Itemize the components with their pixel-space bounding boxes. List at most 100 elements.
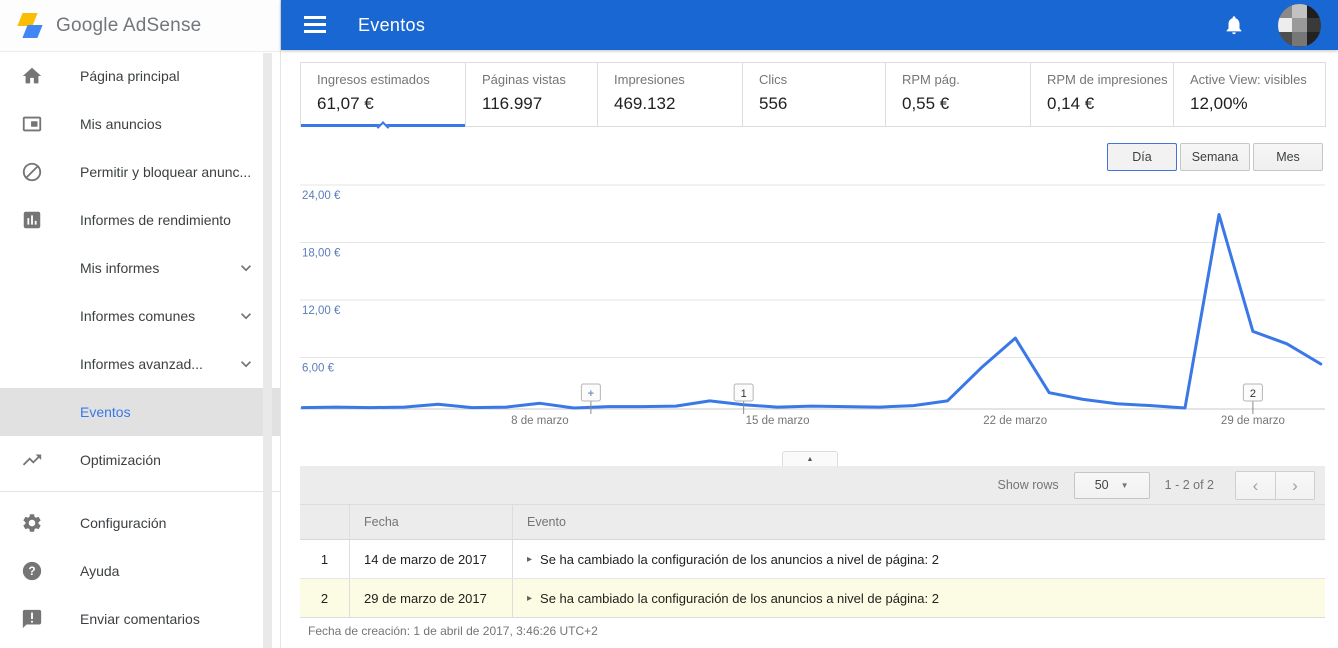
pagination-range-label: 1 - 2 of 2	[1164, 478, 1214, 492]
chevron-down-icon	[236, 354, 256, 379]
sidebar-item-pagina-principal[interactable]: Página principal	[0, 52, 280, 100]
stat-card-label: RPM de impresiones	[1047, 72, 1168, 87]
toggle-dia[interactable]: Día	[1107, 143, 1177, 171]
stat-card-label: Páginas vistas	[482, 72, 566, 87]
sidebar-item-label: Configuración	[80, 515, 167, 531]
menu-icon[interactable]	[304, 16, 328, 34]
row-event-cell: ▸ Se ha cambiado la configuración de los …	[513, 552, 1325, 567]
row-event-text: Se ha cambiado la configuración de los a…	[540, 590, 939, 606]
sidebar-item-label: Informes avanzad...	[80, 356, 203, 372]
sidebar-item-informes-de-rendimiento[interactable]: Informes de rendimiento	[0, 196, 280, 244]
adsense-app: Google AdSense Página principal Mis anunc…	[0, 0, 1338, 648]
sidebar-item-label: Permitir y bloquear anunc...	[80, 164, 252, 180]
sidebar-item-label: Informes de rendimiento	[80, 212, 231, 228]
expand-arrow-icon[interactable]: ▸	[527, 554, 532, 565]
sidebar-item-label: Informes comunes	[80, 308, 196, 324]
row-date: 29 de marzo de 2017	[350, 579, 513, 617]
sidebar-item-enviar-comentarios[interactable]: Enviar comentarios	[0, 595, 280, 643]
earnings-line-series	[300, 213, 1323, 410]
sidebar-nav: Página principal Mis anuncios Permitir y b…	[0, 52, 280, 643]
row-index: 2	[300, 579, 350, 617]
sidebar-item-mis-anuncios[interactable]: Mis anuncios	[0, 100, 280, 148]
event-flag-label: 2	[1250, 388, 1256, 400]
adsense-logo[interactable]: Google AdSense	[0, 0, 280, 52]
sidebar: Google AdSense Página principal Mis anunc…	[0, 0, 281, 648]
sidebar-item-configuracion[interactable]: Configuración	[0, 499, 280, 547]
settings-icon	[20, 511, 44, 535]
expand-arrow-icon[interactable]: ▸	[527, 593, 532, 604]
logo-text: Google AdSense	[56, 14, 202, 36]
stat-card-impresiones[interactable]: Impresiones 469.132	[598, 63, 743, 126]
sidebar-scrollbar[interactable]	[263, 53, 272, 648]
stat-card-value: 556	[759, 94, 788, 113]
sidebar-item-ayuda[interactable]: ? Ayuda	[0, 547, 280, 595]
next-page-button[interactable]: ›	[1275, 471, 1314, 499]
earnings-line-chart: 6,00 € 12,00 € 18,00 € 24,00 € 8 de marzo 15 …	[281, 180, 1338, 438]
toggle-mes[interactable]: Mes	[1253, 143, 1323, 171]
stat-card-value: 0,14 €	[1047, 94, 1095, 113]
chevron-down-icon	[236, 306, 256, 331]
stat-card-paginas-vistas[interactable]: Páginas vistas 116.997	[466, 63, 598, 126]
date-granularity-toggle: Día Semana Mes	[1107, 143, 1323, 171]
sidebar-item-label: Ayuda	[80, 563, 120, 579]
performance-reports-icon	[20, 208, 44, 232]
stat-card-label: Clics	[759, 72, 788, 87]
stat-card-label: Impresiones	[614, 72, 685, 87]
stat-card-active-view-visibles[interactable]: Active View: visibles 12,00%	[1174, 63, 1326, 126]
stat-card-clics[interactable]: Clics 556	[743, 63, 886, 126]
sidebar-item-informes-comunes[interactable]: Informes comunes	[0, 292, 280, 340]
pagination-controls: ‹ ›	[1235, 470, 1315, 500]
sidebar-item-mis-informes[interactable]: Mis informes	[0, 244, 280, 292]
block-icon	[20, 160, 44, 184]
notifications-bell-icon[interactable]	[1223, 14, 1245, 36]
rows-per-page-value: 50	[1094, 478, 1109, 492]
sidebar-item-optimizacion[interactable]: Optimización	[0, 436, 280, 484]
creation-date-note: Fecha de creación: 1 de abril de 2017, 3…	[308, 624, 598, 638]
stat-card-value: 116.997	[482, 94, 543, 113]
svg-text:?: ?	[28, 564, 35, 578]
row-event-text: Se ha cambiado la configuración de los a…	[540, 551, 939, 567]
rows-per-page-select[interactable]: 50 ▼	[1073, 471, 1150, 499]
table-row[interactable]: 2 29 de marzo de 2017 ▸ Se ha cambiado la c…	[300, 579, 1325, 618]
collapse-chart-button[interactable]: ▲	[782, 451, 838, 467]
x-axis-label: 8 de marzo	[511, 415, 569, 427]
stat-card-label: Ingresos estimados	[317, 72, 430, 87]
sidebar-item-informes-avanzad[interactable]: Informes avanzad...	[0, 340, 280, 388]
y-axis-label: 12,00 €	[302, 305, 341, 317]
avatar[interactable]	[1278, 3, 1321, 47]
header-index	[300, 505, 350, 539]
sidebar-item-label: Optimización	[80, 452, 161, 468]
row-date: 14 de marzo de 2017	[350, 540, 513, 578]
toggle-semana[interactable]: Semana	[1180, 143, 1250, 171]
stat-card-value: 61,07 €	[317, 94, 374, 113]
y-axis-label: 6,00 €	[302, 363, 335, 375]
sidebar-item-permitir-y-bloquear-anunc[interactable]: Permitir y bloquear anunc...	[0, 148, 280, 196]
stat-card-ingresos-estimados[interactable]: Ingresos estimados 61,07 €	[301, 63, 466, 134]
main-content: Ingresos estimados 61,07 € Páginas vistas 1…	[281, 50, 1338, 648]
show-rows-label: Show rows	[997, 478, 1059, 492]
home-icon	[20, 64, 44, 88]
sidebar-item-label: Mis anuncios	[80, 116, 162, 132]
sidebar-item-eventos[interactable]: Eventos	[0, 388, 280, 436]
prev-page-button[interactable]: ‹	[1236, 471, 1275, 499]
stat-card-label: RPM pág.	[902, 72, 960, 87]
feedback-icon	[20, 607, 44, 631]
stat-card-value: 469.132	[614, 94, 676, 113]
sidebar-item-label: Página principal	[80, 68, 180, 84]
caret-down-icon: ▼	[1120, 480, 1129, 490]
page-title: Eventos	[358, 14, 426, 35]
stat-card-rpm-de-impresiones[interactable]: RPM de impresiones 0,14 €	[1031, 63, 1174, 126]
stat-card-value: 0,55 €	[902, 94, 950, 113]
table-row[interactable]: 1 14 de marzo de 2017 ▸ Se ha cambiado la c…	[300, 540, 1325, 579]
header-fecha: Fecha	[350, 505, 513, 539]
help-icon: ?	[20, 559, 44, 583]
sidebar-item-label: Mis informes	[80, 260, 160, 276]
chevron-down-icon	[236, 258, 256, 283]
stat-card-rpm-pag[interactable]: RPM pág. 0,55 €	[886, 63, 1031, 126]
event-flag-label: 1	[741, 388, 747, 400]
stat-card-label: Active View: visibles	[1190, 72, 1307, 87]
table-header-row: Fecha Evento	[300, 505, 1325, 540]
stat-card-value: 12,00%	[1190, 94, 1248, 113]
x-axis-label: 29 de marzo	[1221, 415, 1285, 427]
ads-icon	[20, 112, 44, 136]
